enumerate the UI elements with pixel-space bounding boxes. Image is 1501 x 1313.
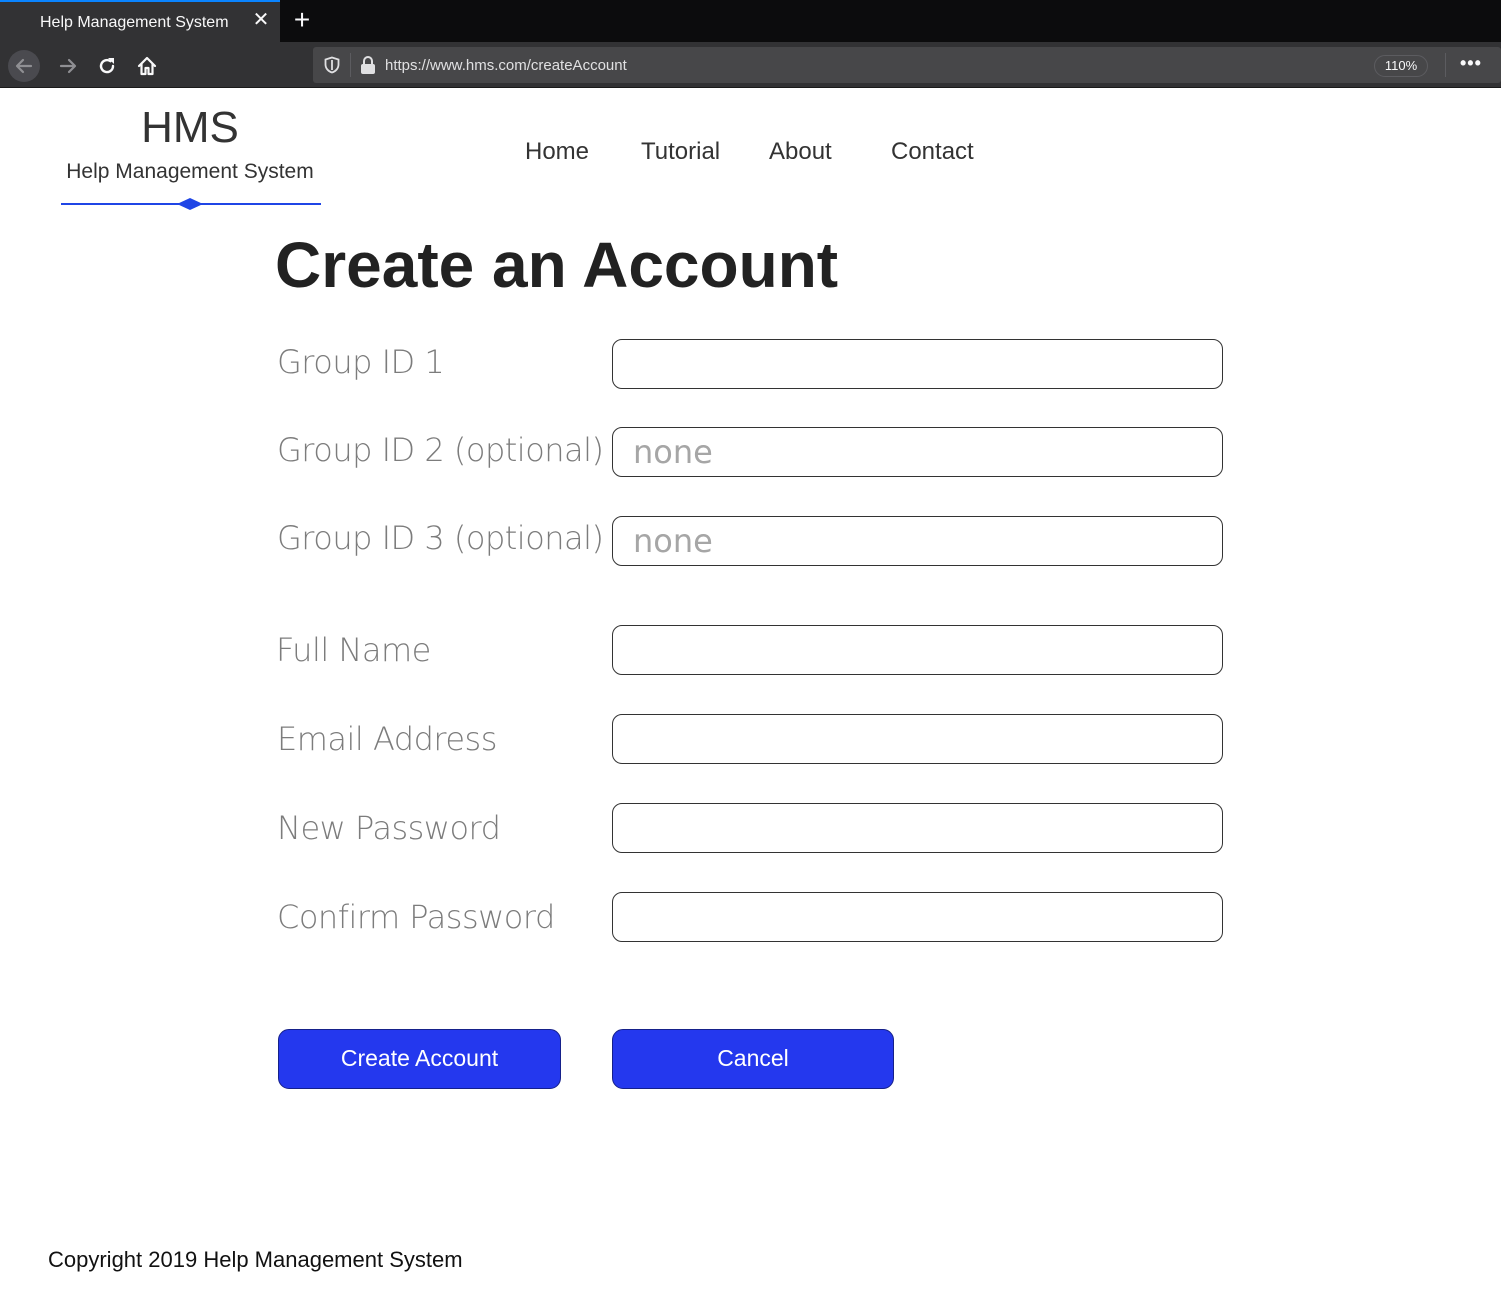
full-name-label: Full Name	[276, 631, 431, 669]
group-id-3-input[interactable]	[612, 516, 1223, 566]
close-tab-icon[interactable]: ✕	[251, 10, 271, 30]
tab-title: Help Management System	[40, 14, 229, 31]
new-tab-icon[interactable]: +	[289, 6, 315, 34]
url-text[interactable]: https://www.hms.com/createAccount	[385, 57, 627, 74]
new-password-label: New Password	[277, 809, 501, 847]
site-logo-title[interactable]: HMS	[62, 103, 318, 153]
nav-link-contact[interactable]: Contact	[891, 138, 974, 166]
group-id-2-input[interactable]	[612, 427, 1223, 477]
browser-tab[interactable]: Help Management System ✕	[0, 0, 280, 42]
zoom-level-badge[interactable]: 110%	[1374, 55, 1428, 77]
page-title: Create an Account	[275, 229, 839, 301]
address-bar[interactable]: https://www.hms.com/createAccount 110% •…	[313, 47, 1501, 83]
site-logo-subtitle: Help Management System	[66, 160, 314, 183]
email-address-input[interactable]	[612, 714, 1223, 764]
home-icon	[137, 56, 157, 76]
lock-icon[interactable]	[359, 55, 377, 75]
browser-toolbar: https://www.hms.com/createAccount 110% •…	[0, 42, 1501, 88]
forward-button[interactable]	[52, 50, 84, 82]
shield-icon[interactable]	[323, 56, 341, 74]
more-actions-icon[interactable]: •••	[1460, 53, 1482, 74]
email-address-label: Email Address	[277, 720, 497, 758]
new-password-input[interactable]	[612, 803, 1223, 853]
full-name-input[interactable]	[612, 625, 1223, 675]
nav-link-about[interactable]: About	[769, 138, 832, 166]
home-button[interactable]	[131, 50, 163, 82]
cancel-button[interactable]: Cancel	[612, 1029, 894, 1089]
confirm-password-input[interactable]	[612, 892, 1223, 942]
divider	[350, 53, 351, 77]
browser-tab-bar: Help Management System ✕ +	[0, 0, 1501, 42]
confirm-password-label: Confirm Password	[277, 898, 555, 936]
group-id-3-label: Group ID 3 (optional)	[277, 519, 604, 557]
nav-link-home[interactable]: Home	[525, 138, 589, 166]
divider	[1445, 53, 1446, 77]
back-arrow-icon	[15, 58, 33, 74]
nav-link-tutorial[interactable]: Tutorial	[641, 138, 720, 166]
group-id-2-label: Group ID 2 (optional)	[277, 431, 604, 469]
reload-icon	[99, 58, 115, 74]
forward-arrow-icon	[59, 58, 77, 74]
logo-underline-divider	[61, 198, 321, 210]
copyright-text: Copyright 2019 Help Management System	[48, 1247, 463, 1272]
group-id-1-input[interactable]	[612, 339, 1223, 389]
create-account-button[interactable]: Create Account	[278, 1029, 561, 1089]
back-button[interactable]	[8, 50, 40, 82]
reload-button[interactable]	[91, 50, 123, 82]
group-id-1-label: Group ID 1	[277, 343, 445, 381]
